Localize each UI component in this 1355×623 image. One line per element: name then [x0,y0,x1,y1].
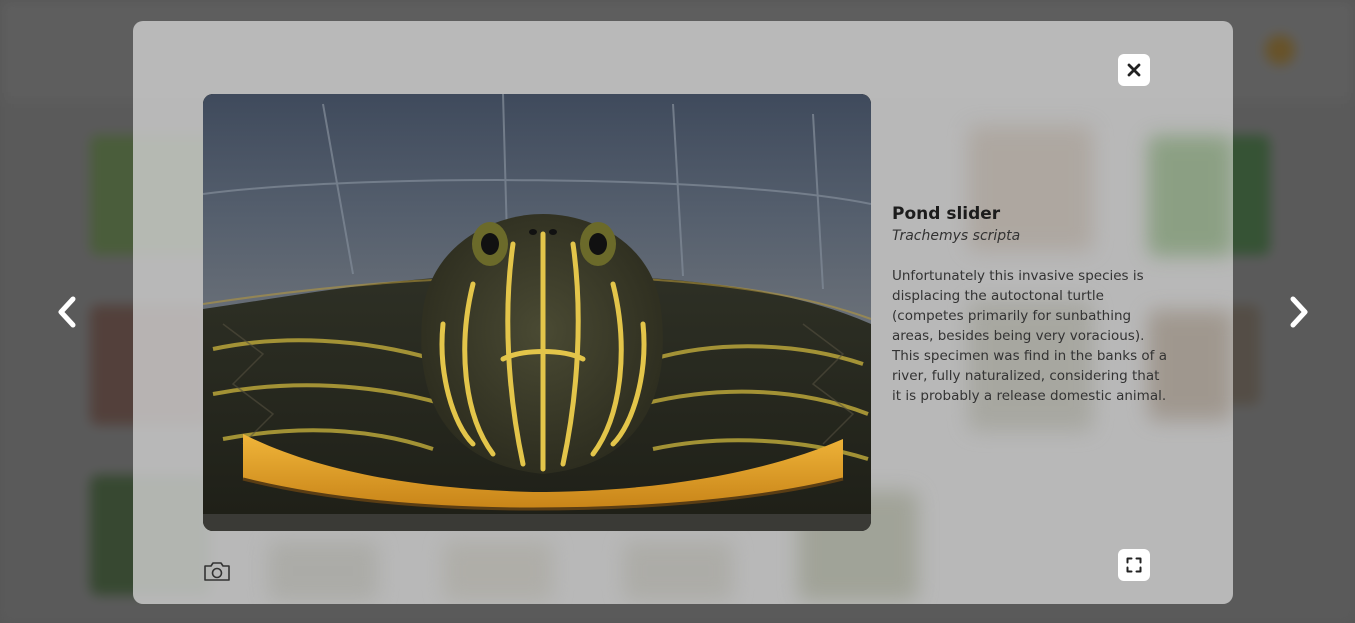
chevron-right-icon [1290,296,1308,328]
camera-button[interactable] [203,559,231,583]
previous-button[interactable] [52,292,82,332]
species-description: Unfortunately this invasive species is d… [892,268,1167,404]
fullscreen-button[interactable] [1118,549,1150,581]
close-icon [1127,63,1141,77]
species-photo [203,94,871,531]
camera-icon [204,562,230,581]
chevron-left-icon [58,296,76,328]
next-button[interactable] [1284,292,1314,332]
species-common-name: Pond slider [892,204,1001,224]
species-info: Pond slider Trachemys scripta Unfortunat… [892,203,1172,406]
turtle-photo-image [203,94,871,531]
close-button[interactable] [1118,54,1150,86]
fullscreen-icon [1126,557,1142,573]
species-modal: Pond slider Trachemys scripta Unfortunat… [133,21,1233,604]
species-scientific-name: Trachemys scripta [892,228,1021,244]
